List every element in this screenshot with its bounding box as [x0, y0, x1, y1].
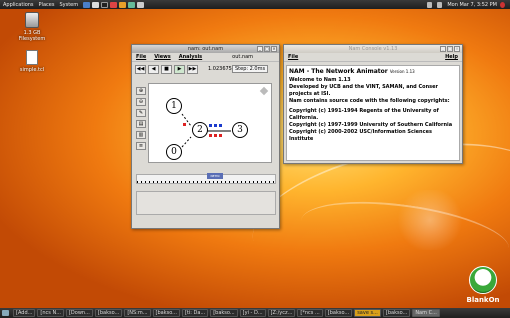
show-desktop-icon[interactable]: [2, 310, 9, 316]
volume-icon[interactable]: [437, 1, 443, 8]
drive-icon: [25, 12, 39, 28]
label-icon[interactable]: ▥: [136, 131, 146, 139]
task-button[interactable]: [ti: Da...: [181, 309, 209, 317]
places-menu[interactable]: Places: [39, 2, 55, 8]
task-button[interactable]: [Down...: [65, 309, 93, 317]
zoom-in-icon[interactable]: ⊕: [136, 87, 146, 95]
maximize-icon[interactable]: □: [447, 46, 453, 52]
brand-logo: BlankOn: [458, 266, 508, 304]
network-node[interactable]: 0: [166, 144, 182, 160]
system-tray: Mon Mar 7, 3:52 PM: [427, 1, 507, 8]
task-button[interactable]: [bakso...: [324, 309, 353, 317]
desktop-icon-label: 1.3 GB Filesystem: [18, 30, 46, 42]
task-button[interactable]: [bakso...: [152, 309, 180, 317]
zoom-out-icon[interactable]: ⊖: [136, 98, 146, 106]
clock[interactable]: Mon Mar 7, 3:52 PM: [447, 2, 497, 8]
maximize-icon[interactable]: □: [264, 46, 270, 52]
minimize-icon[interactable]: _: [257, 46, 263, 52]
terminal-launcher-icon[interactable]: [101, 1, 109, 8]
help-launcher-icon[interactable]: [137, 1, 145, 8]
play-forward-button[interactable]: ▶: [174, 64, 185, 74]
firefox-launcher-icon[interactable]: [119, 1, 127, 8]
menu-file[interactable]: File: [136, 54, 146, 60]
menu-views[interactable]: Views: [154, 54, 170, 60]
wallpaper-splash: [395, 190, 465, 250]
shutdown-icon[interactable]: [500, 1, 505, 8]
menu-file[interactable]: File: [288, 54, 298, 60]
task-button[interactable]: [*ncs ...: [297, 309, 323, 317]
brand-name: BlankOn: [466, 296, 500, 304]
stop-button[interactable]: ■: [161, 64, 172, 74]
browser-launcher-icon[interactable]: [83, 1, 91, 8]
menu-analysis[interactable]: Analysis: [179, 54, 202, 60]
network-node[interactable]: 2: [192, 122, 208, 138]
close-icon[interactable]: ×: [271, 46, 277, 52]
console-line: Copyright (c) 1991-1994 Regents of the U…: [289, 108, 439, 121]
editor-launcher-icon[interactable]: [128, 1, 136, 8]
console-text: NAM - The Network Animator Version 1.13 …: [286, 65, 460, 161]
console-line: Nam contains source code with the follow…: [289, 98, 450, 104]
minimize-icon[interactable]: _: [440, 46, 446, 52]
network-node[interactable]: 3: [232, 122, 248, 138]
desktop-icon-label: simple.tcl: [19, 67, 45, 73]
task-button[interactable]: [Add...: [13, 309, 36, 317]
applications-menu[interactable]: Applications: [3, 2, 34, 8]
console-heading: NAM - The Network Animator Version 1.13: [289, 68, 415, 75]
desktop-icon-script[interactable]: simple.tcl: [14, 50, 50, 73]
time-slider[interactable]: NETIN: [136, 173, 276, 184]
top-panel: Applications Places System Mon Mar 7, 3:…: [0, 0, 510, 9]
playback-controls: ◀◀ ◀ ■ ▶ ▶▶ 1.023675 Step: 2.0ms: [135, 64, 269, 74]
nam-titlebar[interactable]: nam: out.nam _ □ ×: [132, 45, 279, 53]
rewind-button[interactable]: ◀◀: [135, 64, 146, 74]
console-window: Nam Console v1.13 _ □ × File Help NAM - …: [283, 44, 463, 164]
network-icon[interactable]: [427, 1, 433, 8]
nam-menubar: File Views Analysis out.nam: [132, 53, 279, 62]
console-titlebar[interactable]: Nam Console v1.13 _ □ ×: [284, 45, 462, 53]
network-node[interactable]: 1: [166, 98, 182, 114]
window-title: Nam Console v1.13: [348, 46, 398, 52]
monitor-icon[interactable]: ▤: [136, 120, 146, 128]
console-line: Developed by UCB and the VINT, SAMAN, an…: [289, 84, 438, 97]
step-control[interactable]: Step: 2.0ms: [232, 65, 269, 73]
file-manager-launcher-icon[interactable]: [92, 1, 100, 8]
console-menubar: File Help: [284, 53, 462, 62]
mail-launcher-icon[interactable]: [110, 1, 118, 8]
annotation-panel[interactable]: [136, 191, 276, 215]
blankon-logo-icon: [469, 266, 497, 294]
task-button[interactable]: [bakso...: [94, 309, 123, 317]
taskbar: [Add... [ncs N... [Down... [bakso... [NS…: [0, 308, 510, 318]
file-name-label: out.nam: [232, 54, 254, 60]
window-title: nam: out.nam: [187, 46, 224, 52]
zoom-toolbar: ⊕ ⊖ ✎ ▤ ▥ ≡: [136, 87, 148, 177]
task-button[interactable]: [NS:m...: [124, 309, 151, 317]
desktop-icon-filesystem[interactable]: 1.3 GB Filesystem: [12, 12, 52, 42]
time-slider-thumb[interactable]: NETIN: [207, 173, 223, 179]
close-icon[interactable]: ×: [454, 46, 460, 52]
network-canvas[interactable]: 1 2 3 0: [148, 83, 272, 163]
task-button[interactable]: save s...: [354, 309, 381, 317]
console-line: Copyright (c) 1997-1999 University of So…: [289, 122, 453, 128]
play-backward-button[interactable]: ◀: [148, 64, 159, 74]
time-readout: 1.023675: [208, 66, 232, 72]
task-button[interactable]: Nam C...: [412, 309, 440, 317]
edit-icon[interactable]: ✎: [136, 109, 146, 117]
task-button[interactable]: [Z:/ycz...: [267, 309, 296, 317]
task-button[interactable]: [yi - D...: [239, 309, 266, 317]
document-icon: [26, 50, 38, 65]
scroll-icon[interactable]: ≡: [136, 142, 146, 150]
menu-help[interactable]: Help: [445, 54, 458, 60]
task-button[interactable]: [bakso...: [382, 309, 411, 317]
task-button[interactable]: [ncs N...: [37, 309, 64, 317]
console-line: Welcome to Nam 1.13: [289, 77, 351, 83]
nam-window: nam: out.nam _ □ × File Views Analysis o…: [131, 44, 280, 229]
system-menu[interactable]: System: [59, 2, 78, 8]
console-line: Copyright (c) 2000-2002 USC/Information …: [289, 129, 432, 142]
fast-forward-button[interactable]: ▶▶: [187, 64, 198, 74]
task-button[interactable]: [bakso...: [210, 309, 238, 317]
